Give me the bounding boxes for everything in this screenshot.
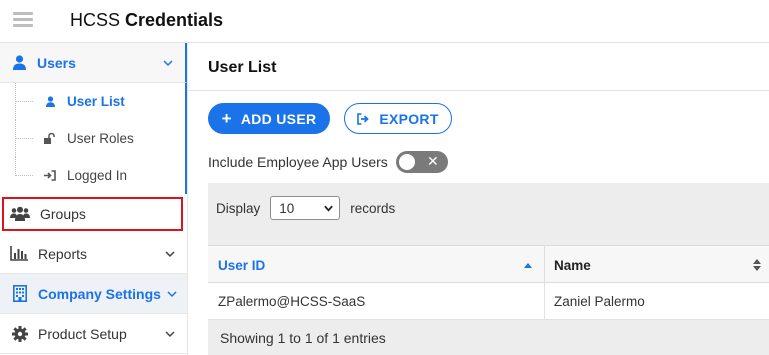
sidebar-item-label: Reports [38, 245, 88, 262]
chevron-down-icon [163, 59, 173, 66]
add-user-button[interactable]: + ADD USER [208, 103, 330, 134]
toggle-knob [398, 154, 415, 170]
page-size-select[interactable]: 10 [270, 196, 341, 220]
sidebar-subitem-label: User List [67, 94, 125, 109]
sidebar-item-users[interactable]: Users [0, 43, 187, 83]
page-size-value: 10 [279, 200, 295, 216]
building-icon [12, 285, 28, 302]
user-icon [11, 55, 27, 71]
chevron-down-icon [165, 250, 175, 257]
sign-in-icon [44, 170, 56, 182]
records-label: records [350, 200, 396, 216]
unlock-icon [44, 133, 56, 145]
display-label: Display [216, 200, 261, 216]
sidebar-item-product-setup[interactable]: Product Setup [0, 314, 187, 354]
column-header-name[interactable]: Name [545, 246, 769, 284]
sidebar-subitem-label: User Roles [67, 131, 134, 146]
gear-icon [12, 325, 28, 342]
sidebar-subitem-logged-in[interactable]: Logged In [0, 157, 187, 194]
sidebar-item-label: Product Setup [38, 325, 127, 342]
brand-light-text: HCSS [70, 10, 121, 30]
app-brand: HCSS Credentials [70, 10, 223, 31]
divider [188, 90, 769, 91]
app-header: HCSS Credentials [0, 0, 769, 43]
sort-icon [753, 259, 761, 271]
hamburger-menu-icon[interactable] [13, 12, 33, 28]
chevron-down-icon [167, 290, 177, 297]
sidebar-item-label: Users [37, 54, 76, 71]
sidebar-item-company-settings[interactable]: Company Settings [0, 274, 187, 314]
sidebar-item-reports[interactable]: Reports [0, 234, 187, 274]
sidebar-subitem-label: Logged In [67, 168, 128, 183]
add-user-label: ADD USER [240, 110, 317, 127]
sidebar: Users User List User Roles Logged In Gro… [0, 43, 188, 355]
page-title: User List [208, 59, 277, 76]
include-employee-label: Include Employee App Users [208, 154, 388, 170]
column-header-user-id[interactable]: User ID [208, 246, 545, 284]
export-button[interactable]: EXPORT [344, 103, 452, 134]
export-icon [357, 112, 370, 125]
sidebar-item-label: Groups [40, 205, 86, 222]
sidebar-item-groups[interactable]: Groups [2, 197, 183, 231]
cell-user-id: ZPalermo@HCSS-SaaS [208, 283, 545, 320]
brand-bold-text: Credentials [125, 10, 224, 30]
sidebar-subitem-user-roles[interactable]: User Roles [0, 120, 187, 157]
page-size-row: Display 10 records [216, 196, 395, 220]
column-header-label: User ID [218, 257, 266, 273]
chevron-down-icon [165, 330, 175, 337]
main-content: User List + ADD USER EXPORT Include Empl… [188, 43, 769, 355]
table-header: User ID Name [208, 245, 769, 284]
plus-icon: + [221, 108, 232, 128]
table-info: Showing 1 to 1 of 1 entries [220, 330, 386, 346]
user-small-icon [44, 96, 56, 108]
column-header-label: Name [554, 257, 591, 273]
export-label: EXPORT [379, 110, 439, 127]
chevron-down-icon [324, 205, 334, 212]
sort-ascending-icon [524, 263, 532, 268]
bar-chart-icon [10, 246, 28, 262]
users-group-icon [10, 206, 30, 222]
sidebar-item-label: Company Settings [38, 285, 161, 302]
table-row[interactable]: ZPalermo@HCSS-SaaS Zaniel Palermo [208, 283, 769, 320]
include-employee-row: Include Employee App Users ✕ [208, 151, 448, 173]
cell-name: Zaniel Palermo [554, 294, 645, 309]
table-panel: Display 10 records User ID Name ZPalermo… [208, 183, 769, 355]
sidebar-subitem-user-list[interactable]: User List [0, 83, 187, 120]
include-employee-toggle[interactable]: ✕ [395, 151, 448, 173]
close-icon: ✕ [427, 153, 439, 169]
